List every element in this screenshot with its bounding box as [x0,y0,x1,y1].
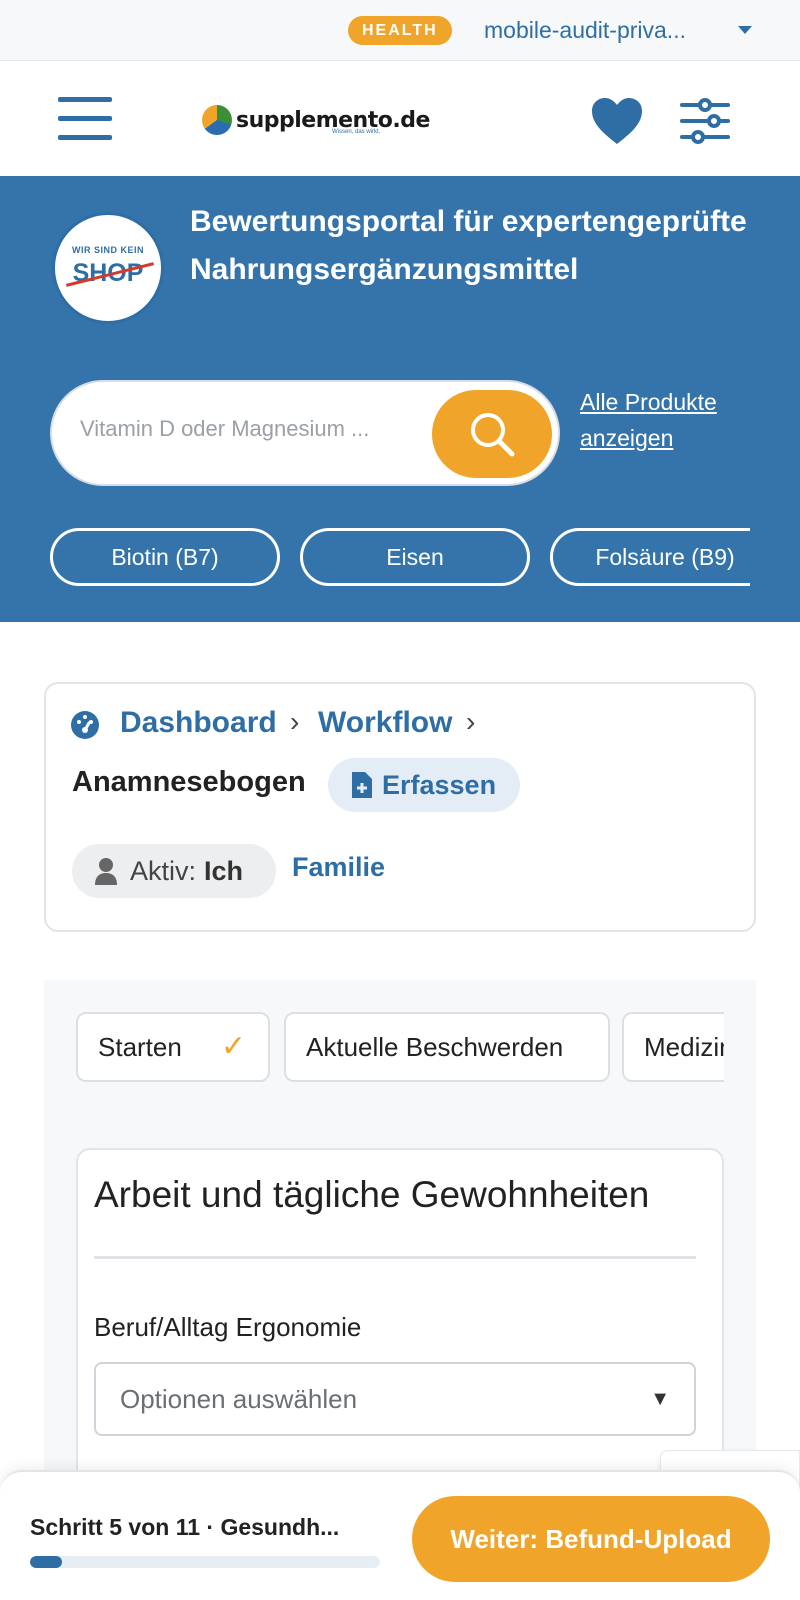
page-title: Anamnesebogen [72,766,306,798]
tab-starten[interactable]: Starten ✓ [76,1012,270,1082]
tab-label: Aktuelle Beschwerden [306,1032,564,1062]
breadcrumb-workflow[interactable]: Workflow [318,706,452,740]
menu-icon[interactable] [58,97,112,141]
environment-bar: HEALTH mobile-audit-priva... [0,0,800,61]
search-input[interactable] [80,416,420,442]
progress-fill [30,1556,62,1568]
dropdown-arrow-icon: ▼ [650,1388,670,1410]
tab-label: Medizinische [644,1032,724,1062]
breadcrumb-dashboard[interactable]: Dashboard [120,706,277,740]
active-label: Aktiv: [130,856,197,886]
site-logo[interactable]: supplemento.de Wissen, das wirkt. [202,103,430,137]
active-value: Ich [204,856,244,886]
user-icon [95,858,117,885]
hero-title: Bewertungsportal für expertengeprüfte Na… [190,205,747,286]
tab-medizinische[interactable]: Medizinische [622,1012,724,1082]
chip-folsaeure[interactable]: Folsäure (B9) [550,528,750,586]
all-products-link[interactable]: Alle Produkte anzeigen [580,384,780,456]
chip-eisen[interactable]: Eisen [300,528,530,586]
divider [94,1256,696,1259]
category-chips: Biotin (B7) Eisen Folsäure (B9) [50,528,750,588]
chip-biotin[interactable]: Biotin (B7) [50,528,280,586]
step-tabs: Starten ✓ Aktuelle Beschwerden Medizinis… [76,1012,724,1084]
family-profile-link[interactable]: Familie [292,852,385,883]
progress-track [30,1556,380,1568]
logo-mark [202,105,232,135]
breadcrumb-separator: › [466,706,476,737]
env-badge: HEALTH [348,16,452,45]
erfassen-button[interactable]: Erfassen [328,758,520,812]
logo-tagline: Wissen, das wirkt. [332,129,381,135]
heart-icon[interactable] [590,97,644,147]
hero-section: WIR SIND KEIN SHOP Bewertungsportal für … [0,176,800,622]
chevron-down-icon[interactable] [738,26,752,34]
step-progress-text: Schritt 5 von 11 · Gesundh... [30,1514,340,1540]
breadcrumb-separator: › [290,706,300,737]
site-header: supplemento.de Wissen, das wirkt. [0,61,800,176]
select-placeholder: Optionen auswählen [120,1384,358,1414]
tab-aktuelle-beschwerden[interactable]: Aktuelle Beschwerden [284,1012,610,1082]
dashboard-gauge-icon [71,711,99,739]
environment-selector[interactable]: mobile-audit-priva... [484,15,686,45]
bottom-progress-bar: Schritt 5 von 11 · Gesundh... Weiter: Be… [0,1470,800,1600]
file-plus-icon [352,772,372,798]
search-icon [471,413,515,457]
next-step-button[interactable]: Weiter: Befund-Upload [412,1496,770,1582]
section-title: Arbeit und tägliche Gewohnheiten [94,1174,650,1215]
breadcrumb: Dashboard › Workflow › Anamnesebogen Erf… [44,682,756,932]
active-profile-badge[interactable]: Aktiv: Ich [72,844,276,898]
shop-badge-top: WIR SIND KEIN [71,245,144,255]
check-icon: ✓ [220,1030,246,1063]
filter-sliders-icon[interactable] [680,97,730,145]
tab-label: Starten [98,1032,182,1062]
field-label-ergonomie: Beruf/Alltag Ergonomie [94,1312,362,1342]
erfassen-label: Erfassen [382,770,497,800]
ergonomie-select[interactable]: Optionen auswählen ▼ [94,1362,696,1436]
not-a-shop-badge: WIR SIND KEIN SHOP [52,212,164,324]
search-button[interactable] [432,390,552,478]
search-box [50,380,560,486]
